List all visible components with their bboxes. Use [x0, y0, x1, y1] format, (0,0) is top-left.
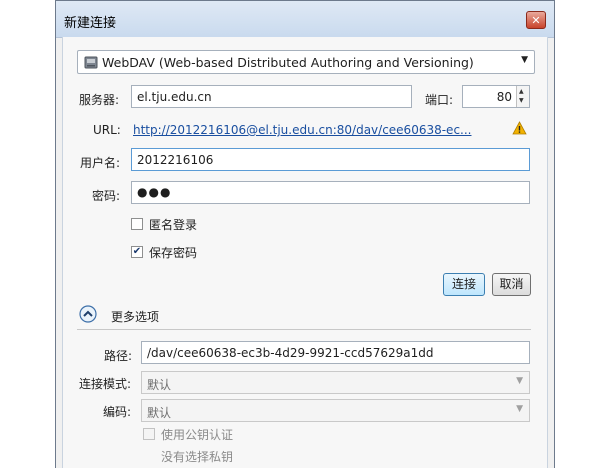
cancel-button[interactable]: 取消 [492, 273, 531, 296]
close-icon: ✕ [531, 14, 541, 27]
encoding-select[interactable]: 默认 ▼ [141, 399, 530, 422]
warning-icon [512, 121, 527, 138]
encoding-value: 默认 [147, 406, 172, 420]
server-value: el.tju.edu.cn [137, 90, 212, 104]
username-label: 用户名: [80, 156, 121, 170]
username-input[interactable]: 2012216106 [131, 148, 530, 171]
window-title: 新建连接 [64, 16, 117, 31]
more-options-label[interactable]: 更多选项 [111, 308, 159, 325]
dialog-content: WebDAV (Web-based Distributed Authoring … [62, 37, 548, 468]
encoding-label: 编码: [103, 405, 132, 419]
chevron-up-icon[interactable]: ▲ [519, 88, 524, 95]
section-divider [77, 329, 531, 330]
connect-mode-value: 默认 [147, 378, 172, 392]
title-bar: 新建连接 ✕ [56, 1, 554, 38]
password-value: ●●● [137, 185, 172, 199]
username-value: 2012216106 [137, 153, 214, 167]
save-password-label: 保存密码 [149, 246, 198, 260]
connect-button[interactable]: 连接 [443, 273, 485, 296]
chevron-down-icon[interactable]: ▼ [519, 97, 524, 104]
chevron-up-icon [79, 305, 97, 323]
password-input[interactable]: ●●● [131, 181, 530, 204]
close-button[interactable]: ✕ [526, 11, 546, 29]
port-value: 80 [496, 90, 512, 104]
chevron-down-icon: ▼ [521, 55, 528, 65]
new-connection-dialog: 新建连接 ✕ WebDAV (Web-based Distributed Aut… [55, 0, 555, 468]
anonymous-checkbox[interactable] [131, 218, 143, 230]
anonymous-label: 匿名登录 [149, 218, 198, 232]
connect-mode-select[interactable]: 默认 ▼ [141, 371, 530, 394]
protocol-label: WebDAV (Web-based Distributed Authoring … [102, 55, 474, 70]
collapse-toggle[interactable] [79, 305, 97, 326]
port-label: 端口: [425, 93, 454, 107]
save-password-checkbox[interactable]: ✔ [131, 246, 143, 258]
path-value: /dav/cee60638-ec3b-4d29-9921-ccd57629a1d… [147, 346, 434, 360]
path-input[interactable]: /dav/cee60638-ec3b-4d29-9921-ccd57629a1d… [141, 341, 530, 364]
private-key-label: 没有选择私钥 [161, 450, 234, 464]
url-label: URL: [93, 123, 121, 137]
drive-icon [84, 56, 98, 72]
server-label: 服务器: [79, 93, 120, 107]
server-input[interactable]: el.tju.edu.cn [131, 85, 412, 108]
port-stepper[interactable]: 80 ▲ ▼ [462, 85, 530, 108]
port-spin-buttons[interactable]: ▲ ▼ [516, 86, 529, 107]
chevron-down-icon: ▼ [516, 376, 523, 386]
public-key-label: 使用公钥认证 [161, 428, 234, 442]
path-label: 路径: [104, 349, 133, 363]
chevron-down-icon: ▼ [516, 404, 523, 414]
checkmark-icon: ✔ [132, 246, 142, 257]
url-link[interactable]: http://2012216106@el.tju.edu.cn:80/dav/c… [133, 123, 471, 137]
public-key-checkbox[interactable] [143, 428, 155, 440]
password-label: 密码: [92, 189, 121, 203]
protocol-select[interactable]: WebDAV (Web-based Distributed Authoring … [77, 50, 535, 74]
connect-mode-label: 连接模式: [79, 377, 132, 391]
